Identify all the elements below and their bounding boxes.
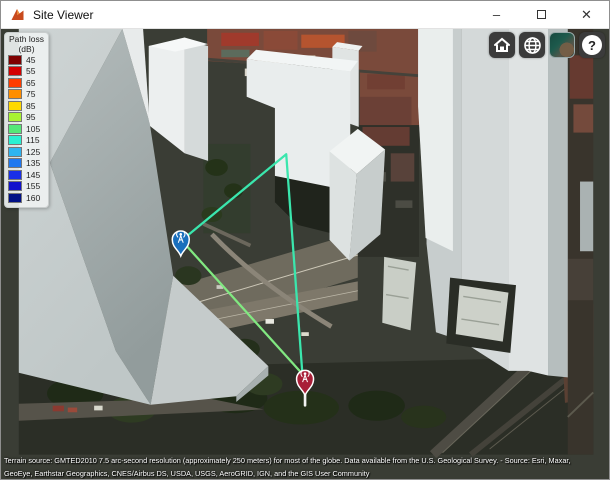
legend-item: 55 — [8, 66, 45, 78]
scene-canvas — [18, 29, 594, 459]
legend-swatch — [8, 169, 22, 180]
legend-item: 155 — [8, 181, 45, 193]
legend-swatch — [8, 181, 22, 192]
legend-swatch — [8, 100, 22, 111]
legend-item: 135 — [8, 158, 45, 170]
legend-item: 95 — [8, 112, 45, 124]
legend-swatch — [8, 192, 22, 203]
globe-icon — [523, 36, 541, 54]
attribution-line-2: GeoEye, Earthstar Geographics, CNES/Airb… — [4, 469, 370, 478]
map-toolbar: ? — [489, 32, 605, 58]
home-view-button[interactable] — [489, 32, 515, 58]
attribution-line-1: Terrain source: GMTED2010 7.5 arc-second… — [4, 456, 571, 465]
legend-swatch — [8, 89, 22, 100]
legend-swatch — [8, 146, 22, 157]
titlebar[interactable]: Site Viewer – ✕ — [1, 1, 609, 29]
legend-item: 85 — [8, 100, 45, 112]
legend-item: 115 — [8, 135, 45, 147]
app-logo-icon[interactable] — [10, 7, 25, 22]
minimize-button[interactable]: – — [474, 1, 519, 28]
map-3d-scene[interactable]: Path loss (dB) 45 55 65 75 85 95 105 115… — [1, 29, 609, 479]
globe-view-button[interactable] — [519, 32, 545, 58]
close-button[interactable]: ✕ — [564, 1, 609, 28]
help-icon: ? — [582, 35, 602, 55]
legend-swatch — [8, 112, 22, 123]
legend-item: 105 — [8, 123, 45, 135]
basemap-picker-button[interactable] — [549, 32, 575, 58]
legend-swatch — [8, 135, 22, 146]
legend-title-units: (dB) — [18, 43, 35, 54]
maximize-button[interactable] — [519, 1, 564, 28]
map-attribution: Terrain source: GMTED2010 7.5 arc-second… — [4, 454, 609, 479]
legend-item: 145 — [8, 169, 45, 181]
legend-swatch — [8, 123, 22, 134]
legend-swatch — [8, 54, 22, 65]
site-viewer-window: Site Viewer – ✕ Path loss (dB) 45 55 65 … — [0, 0, 610, 480]
window-title: Site Viewer — [33, 7, 94, 22]
path-loss-legend: Path loss (dB) 45 55 65 75 85 95 105 115… — [4, 32, 49, 208]
home-icon — [494, 37, 510, 52]
legend-swatch — [8, 158, 22, 169]
legend-item: 65 — [8, 77, 45, 89]
help-button[interactable]: ? — [579, 32, 605, 58]
legend-item: 45 — [8, 54, 45, 66]
legend-item: 160 — [8, 192, 45, 204]
legend-item: 75 — [8, 89, 45, 101]
legend-swatch — [8, 77, 22, 88]
maximize-icon — [537, 10, 546, 19]
legend-swatch — [8, 66, 22, 77]
legend-item: 125 — [8, 146, 45, 158]
